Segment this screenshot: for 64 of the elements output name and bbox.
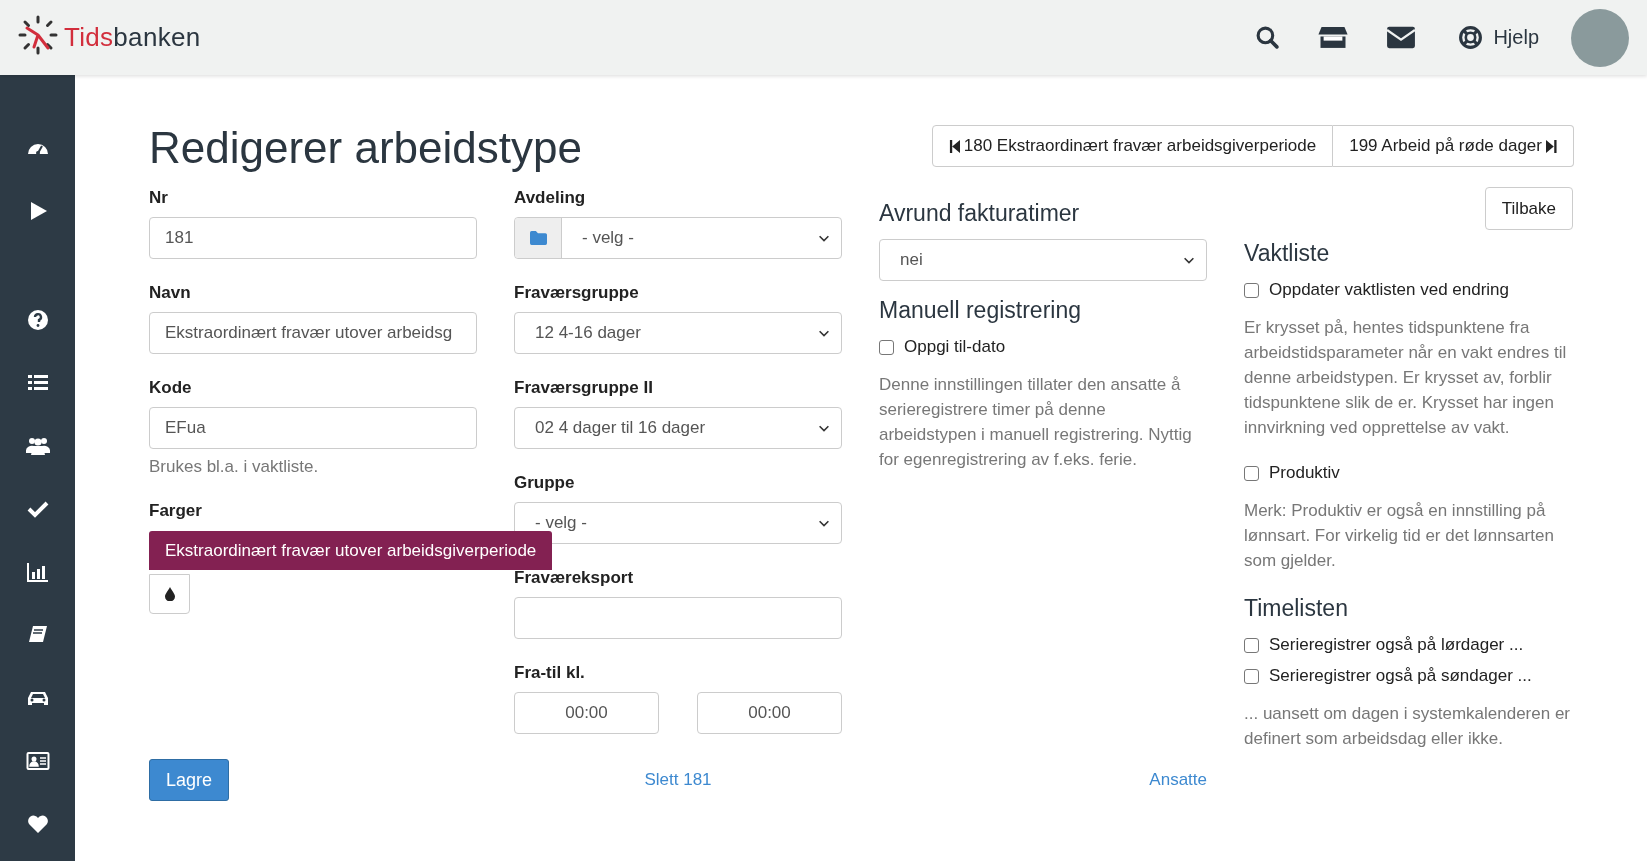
field-label: Fra-til kl. (514, 663, 586, 683)
text-field[interactable]: Ekstraordinært fravær utover arbeidsg (149, 312, 477, 354)
time-field[interactable]: 00:00 (697, 692, 842, 734)
help-link[interactable]: Hjelp (1458, 25, 1539, 50)
page-title: Redigerer arbeidstype (149, 122, 582, 174)
field-label: Gruppe (514, 473, 576, 493)
select-field[interactable]: 12 4-16 dager (514, 312, 842, 354)
select-field[interactable]: - velg - (514, 217, 842, 259)
text-field[interactable]: EFua (149, 407, 477, 449)
envelope-icon[interactable] (1386, 25, 1417, 50)
help-text: Denne innstillingen tillater den ansatte å serieregistrere timer på denne arbeidstypen i manuell registrering. Nyttig for egenregistrering av f.eks. ferie. (879, 374, 1193, 471)
checkbox-label[interactable]: Serieregistrer også på lørdager ... (1269, 634, 1524, 656)
checkbox-label[interactable]: Produktiv (1269, 462, 1340, 484)
folder-icon (529, 231, 547, 245)
checkbox[interactable] (1244, 637, 1259, 653)
text-field[interactable] (514, 597, 842, 639)
checkbox-label[interactable]: Oppgi til-dato (904, 336, 1006, 358)
field-label: Nr (149, 188, 169, 208)
text-field[interactable]: 181 (149, 217, 477, 259)
select-field[interactable]: nei (879, 239, 1207, 281)
employees-link[interactable]: Ansatte (1149, 770, 1207, 790)
field-label: Navn (149, 283, 192, 303)
save-button[interactable]: Lagre (149, 759, 230, 801)
help-text: Er krysset på, hentes tidspunktene fra arbeidstidsparameter når en vakt endres til denne arbeidstypen. Er krysset av, forblir tidspunktene slik de er. Krysset har ingen innvirkning ved opprettelse av vakt. (1244, 317, 1568, 439)
select-field[interactable]: 02 4 dager til 16 dager (514, 407, 842, 449)
section-heading: Manuell registrering (879, 297, 1082, 324)
section-heading: Vaktliste (1244, 240, 1331, 267)
question-icon[interactable] (25, 308, 50, 332)
help-text: ... uansett om dagen i systemkalenderen er definert som arbeidsdag eller ikke. (1244, 703, 1571, 750)
time-field[interactable]: 00:00 (514, 692, 659, 734)
color-picker-button[interactable] (149, 574, 190, 614)
logo-text[interactable]: Tidsbanken (64, 22, 201, 53)
clock-logo-icon[interactable] (18, 15, 58, 55)
color-chip: Ekstraordinært fravær utover arbeidsgiverperiode (149, 531, 553, 570)
field-label: Fraværsgruppe (514, 283, 640, 303)
id-card-icon[interactable] (25, 749, 50, 773)
bar-chart-icon[interactable] (25, 560, 50, 584)
field-label: Fraværsgruppe II (514, 378, 654, 398)
field-label: Fraværeksport (514, 568, 635, 588)
field-label: Farger (149, 501, 203, 521)
select-field[interactable]: - velg - (514, 502, 842, 544)
help-text: Brukes bl.a. i vaktliste. (149, 457, 320, 477)
delete-link[interactable]: Slett 181 (644, 770, 712, 790)
checkbox[interactable] (879, 339, 894, 355)
field-label: Avdeling (514, 188, 587, 208)
section-heading: Avrund fakturatimer (879, 200, 1081, 227)
checkbox-label[interactable]: Oppdater vaktlisten ved endring (1269, 279, 1510, 301)
previous-record-button[interactable]: 180 Ekstraordinært fravær arbeidsgiverperiode (931, 125, 1334, 167)
search-icon[interactable] (1255, 25, 1281, 50)
lifebuoy-icon (1458, 25, 1484, 50)
section-heading: Timelisten (1244, 595, 1349, 622)
field-label: Kode (149, 378, 193, 398)
next-record-button[interactable]: 199 Arbeid på røde dager (1333, 125, 1574, 167)
avatar[interactable] (1571, 8, 1629, 67)
back-button[interactable]: Tilbake (1484, 187, 1573, 230)
checkbox[interactable] (1244, 668, 1259, 684)
checkbox[interactable] (1244, 282, 1259, 298)
skip-forward-icon (1546, 138, 1557, 154)
droplet-icon (164, 587, 175, 601)
skip-back-icon (948, 138, 960, 154)
storefront-icon[interactable] (1318, 25, 1349, 50)
checkbox[interactable] (1244, 465, 1259, 481)
checkbox-label[interactable]: Serieregistrer også på søndager ... (1269, 665, 1532, 687)
help-text: Merk: Produktiv er også en innstilling på lønnsart. For virkelig tid er det lønnsarten som gjelder. (1244, 500, 1555, 572)
